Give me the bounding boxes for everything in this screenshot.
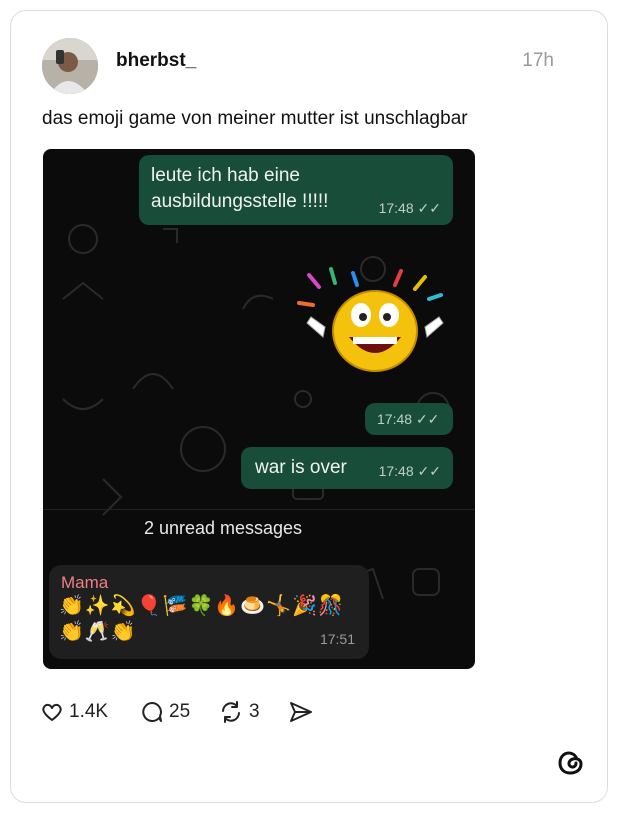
repost-icon (222, 701, 240, 723)
comment-count: 25 (169, 701, 191, 722)
share-icon (290, 702, 312, 722)
message-time: 17:51 (319, 631, 355, 647)
chat-screenshot: leute ich hab eine ausbildungsstelle !!!… (43, 149, 475, 669)
message-time: 17:48 ✓✓ (378, 463, 441, 479)
like-button[interactable]: 1.4K (40, 700, 108, 724)
post-caption: das emoji game von meiner mutter ist uns… (42, 108, 468, 129)
laughing-emoji-sticker (297, 267, 444, 372)
share-button[interactable] (288, 700, 314, 724)
message-time: 17:48 ✓✓ (377, 411, 440, 427)
heart-icon (42, 703, 62, 721)
incoming-message[interactable]: Mama 👏✨💫🎈🎏🍀🔥🍮🤸🎉🎊👏🥂👏 17:51 (49, 565, 369, 659)
comment-button[interactable]: 25 (140, 700, 190, 724)
threads-logo-icon[interactable] (556, 748, 586, 778)
outgoing-message-1[interactable]: leute ich hab eine ausbildungsstelle !!!… (139, 155, 453, 225)
message-text: leute ich hab eine ausbildungsstelle !!!… (151, 165, 329, 212)
sender-name: Mama (61, 573, 109, 592)
comment-icon (142, 702, 162, 722)
like-count: 1.4K (69, 701, 109, 722)
double-check-icon: ✓✓ (417, 463, 441, 479)
post-time: 17h (522, 50, 554, 71)
double-check-icon: ✓✓ (417, 200, 441, 216)
unread-divider (43, 509, 475, 510)
message-text: war is over (255, 457, 347, 478)
repost-button[interactable]: 3 (218, 700, 260, 724)
unread-messages-label: 2 unread messages (143, 518, 303, 538)
double-check-icon: ✓✓ (415, 411, 440, 427)
username[interactable]: bherbst_ (116, 50, 196, 72)
avatar[interactable] (42, 38, 98, 94)
emoji-message: 👏✨💫🎈🎏🍀🔥🍮🤸🎉🎊👏🥂👏 (59, 595, 344, 643)
message-time: 17:48 ✓✓ (378, 200, 441, 216)
repost-count: 3 (249, 701, 260, 722)
outgoing-message-2[interactable]: 17:48 ✓✓ (365, 403, 453, 435)
outgoing-message-3[interactable]: war is over 17:48 ✓✓ (241, 447, 453, 489)
